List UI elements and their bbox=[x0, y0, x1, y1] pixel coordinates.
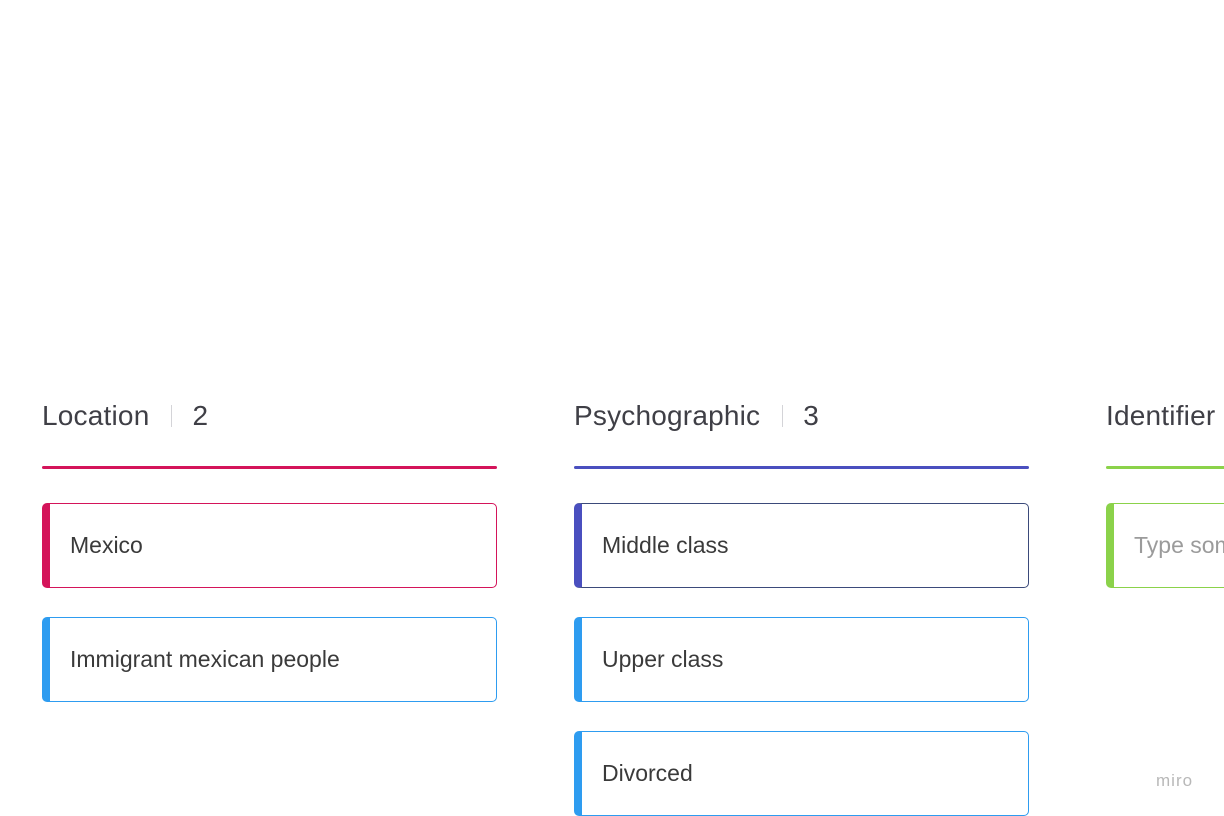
card[interactable]: Divorced bbox=[574, 731, 1029, 816]
card-text[interactable]: Middle class bbox=[602, 532, 729, 559]
new-card-input[interactable]: Type som bbox=[1106, 503, 1224, 588]
card-placeholder[interactable]: Type som bbox=[1134, 532, 1224, 559]
column-header[interactable]: Identifier bbox=[1106, 396, 1224, 436]
card[interactable]: Middle class bbox=[574, 503, 1029, 588]
column-location: Location 2 Mexico Immigrant mexican peop… bbox=[42, 396, 497, 702]
card-text[interactable]: Divorced bbox=[602, 760, 693, 787]
card-count: 3 bbox=[803, 400, 819, 431]
board-canvas[interactable]: Location 2 Mexico Immigrant mexican peop… bbox=[0, 0, 1224, 816]
column-underline bbox=[42, 466, 497, 469]
card-count: 2 bbox=[192, 400, 209, 431]
card-text[interactable]: Mexico bbox=[70, 532, 143, 559]
column-psychographic: Psychographic 3 Middle class Upper class… bbox=[574, 396, 1029, 816]
column-title[interactable]: Psychographic bbox=[574, 400, 760, 432]
column-identifier: Identifier Type som bbox=[1106, 396, 1224, 588]
column-title[interactable]: Location bbox=[42, 400, 149, 432]
column-header[interactable]: Location 2 bbox=[42, 396, 497, 436]
column-header[interactable]: Psychographic 3 bbox=[574, 396, 1029, 436]
card[interactable]: Mexico bbox=[42, 503, 497, 588]
column-underline bbox=[574, 466, 1029, 469]
card[interactable]: Upper class bbox=[574, 617, 1029, 702]
column-title[interactable]: Identifier bbox=[1106, 400, 1215, 432]
header-divider bbox=[782, 405, 784, 427]
card-text[interactable]: Upper class bbox=[602, 646, 723, 673]
column-underline bbox=[1106, 466, 1224, 469]
card[interactable]: Immigrant mexican people bbox=[42, 617, 497, 702]
miro-logo: miro bbox=[1156, 771, 1194, 790]
card-text[interactable]: Immigrant mexican people bbox=[70, 646, 340, 673]
header-divider bbox=[171, 405, 173, 427]
